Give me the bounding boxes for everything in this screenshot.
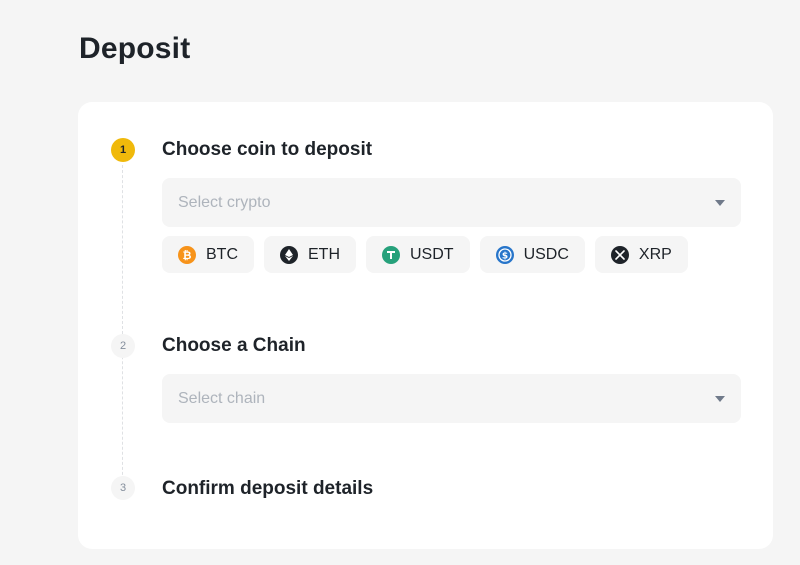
coin-chip-label: BTC [206, 245, 238, 263]
coin-chip-xrp[interactable]: XRP [594, 236, 688, 273]
page-title: Deposit [79, 32, 191, 65]
chain-select[interactable]: Select chain [162, 374, 741, 423]
coin-quick-picks: ₿ BTC ETH USDT $ USDC XRP [162, 236, 688, 273]
chevron-down-icon [715, 199, 725, 206]
btc-icon: ₿ [178, 245, 196, 264]
chain-select-placeholder: Select chain [178, 389, 266, 407]
step-3-title: Confirm deposit details [162, 478, 374, 499]
coin-chip-eth[interactable]: ETH [264, 236, 356, 273]
usdc-icon: $ [495, 245, 514, 264]
svg-text:$: $ [501, 251, 507, 261]
step-2-badge: 2 [111, 334, 135, 358]
coin-chip-label: USDC [523, 245, 569, 263]
coin-chip-label: ETH [308, 245, 340, 263]
step-1-title: Choose coin to deposit [162, 139, 373, 160]
eth-icon [280, 245, 298, 264]
coin-chip-usdc[interactable]: $ USDC [479, 236, 585, 273]
coin-chip-label: XRP [638, 245, 672, 263]
step-1-badge: 1 [111, 138, 135, 162]
step-3-badge: 3 [111, 476, 135, 500]
coin-chip-label: USDT [410, 245, 454, 263]
coin-chip-btc[interactable]: ₿ BTC [162, 236, 254, 273]
step-2-title: Choose a Chain [162, 335, 306, 356]
crypto-select[interactable]: Select crypto [162, 178, 741, 227]
usdt-icon [382, 245, 400, 264]
svg-text:₿: ₿ [183, 249, 192, 261]
chevron-down-icon [715, 395, 725, 402]
xrp-icon [610, 245, 629, 264]
deposit-card: 1 Choose coin to deposit Select crypto ₿… [78, 102, 773, 549]
step-connector [122, 165, 123, 485]
crypto-select-placeholder: Select crypto [178, 193, 271, 211]
coin-chip-usdt[interactable]: USDT [366, 236, 470, 273]
